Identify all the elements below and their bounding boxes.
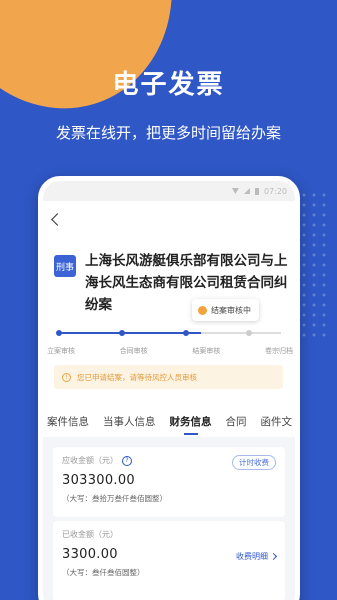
received-amount-caps: （大写：叁仟叁佰圆整） xyxy=(62,568,145,577)
tab-bar: 案件信息 当事人信息 财务信息 合同 函件文 xyxy=(43,407,295,437)
progress-node xyxy=(119,330,126,336)
received-label: 已收金额（元） xyxy=(62,530,118,539)
notice-banner: ! 您已申请结案，请等待风控人员审核 xyxy=(54,365,283,389)
wifi-icon xyxy=(231,188,239,194)
progress-fill xyxy=(59,332,202,334)
notice-text: 您已申请结案，请等待风控人员审核 xyxy=(77,372,197,382)
status-bar: 07:20 xyxy=(43,181,295,201)
fee-details-label: 收费明细 xyxy=(236,552,268,561)
progress-steps: 立案审核 合同审核 结案审核 卷宗归档 xyxy=(43,346,295,358)
progress-node xyxy=(56,330,62,336)
signal-icon xyxy=(243,188,250,194)
phone-frame: 07:20 刑事 上海长风游艇俱乐部有限公司与上海长风生态商有限公司租赁合同纠纷… xyxy=(38,176,300,600)
progress-step-label: 卷宗归档 xyxy=(265,347,293,355)
promo-subline: 发票在线开，把更多时间留给办案 xyxy=(55,124,281,142)
status-time: 07:20 xyxy=(263,186,287,196)
tab-1[interactable]: 当事人信息 xyxy=(103,407,156,437)
app-screen: 07:20 刑事 上海长风游艇俱乐部有限公司与上海长风生态商有限公司租赁合同纠纷… xyxy=(43,181,295,600)
clock-icon xyxy=(198,305,207,315)
tab-2[interactable]: 财务信息 xyxy=(170,407,212,437)
case-progress-bar xyxy=(56,330,281,336)
promo-headline: 电子发票 xyxy=(112,70,225,100)
battery-icon xyxy=(254,187,259,195)
progress-step-label: 结案审核 xyxy=(192,347,221,355)
case-status-bubble: 结案审核中 xyxy=(192,299,259,321)
progress-step-label: 合同审核 xyxy=(119,347,148,355)
received-card: 已收金额（元） 收费明细 3300.00 （大写：叁仟叁佰圆整） xyxy=(53,521,285,600)
receivable-card: 应收金额（元） ? 计时收费 303300.00 （大写：叁拾万叁仟叁佰圆整） xyxy=(53,447,285,517)
tab-0[interactable]: 案件信息 xyxy=(47,407,89,437)
progress-node xyxy=(182,330,189,336)
info-icon: ! xyxy=(62,372,71,382)
chevron-right-icon xyxy=(269,552,278,561)
fee-details-link[interactable]: 收费明细 xyxy=(236,551,278,562)
tab-3[interactable]: 合同 xyxy=(226,407,247,437)
billing-type-badge: 计时收费 xyxy=(232,455,276,470)
help-icon[interactable]: ? xyxy=(122,455,132,466)
receivable-amount-caps: （大写：叁拾万叁仟叁佰圆整） xyxy=(62,494,167,503)
progress-step-label: 立案审核 xyxy=(47,347,75,355)
receivable-label: 应收金额（元） xyxy=(62,456,118,465)
tab-4[interactable]: 函件文 xyxy=(261,407,293,437)
receivable-amount: 303300.00 xyxy=(62,473,136,488)
back-arrow-icon[interactable] xyxy=(51,213,64,226)
progress-node xyxy=(246,330,253,336)
case-title: 上海长风游艇俱乐部有限公司与上海长风生态商有限公司租赁合同纠纷案 xyxy=(85,253,288,313)
case-type-badge: 刑事 xyxy=(54,255,76,277)
case-status-text: 结案审核中 xyxy=(211,305,251,315)
